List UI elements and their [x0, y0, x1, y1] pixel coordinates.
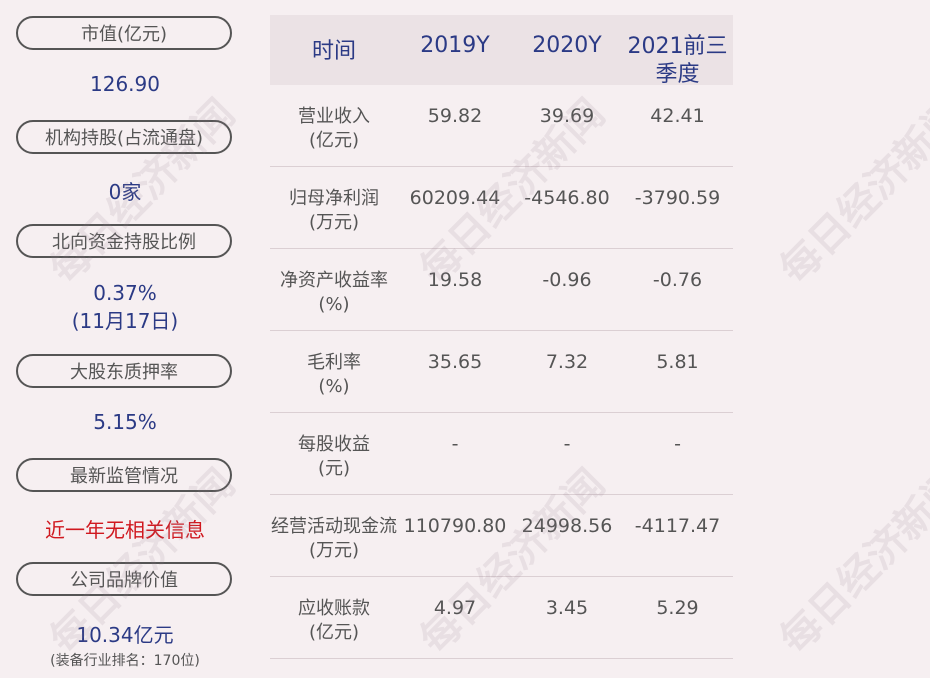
table-cell: -4546.80: [524, 187, 610, 209]
table-cell: -0.96: [542, 269, 592, 291]
table-cell: -: [674, 433, 681, 455]
table-cell: 60209.44: [409, 187, 501, 209]
table-cell: 5.81: [656, 351, 699, 373]
table-cell: -: [451, 433, 459, 455]
row-label: 营业收入 (亿元): [270, 105, 398, 153]
row-label-name: 归母净利润: [289, 188, 379, 209]
watermark: 每日经济新闻: [771, 90, 930, 293]
table-cell: 59.82: [427, 105, 483, 127]
table-cell: 4.97: [433, 597, 477, 619]
row-label-unit: (亿元): [308, 622, 360, 643]
table-cell: 24998.56: [521, 515, 613, 537]
regulation-label: 最新监管情况: [16, 458, 232, 492]
northbound-date: (11月17日): [71, 309, 179, 333]
left-panel: 市值(亿元) 126.90 机构持股(占流通盘) 0家 北向资金持股比例 0.3…: [0, 0, 250, 678]
row-label-unit: (万元): [308, 540, 360, 561]
brand-value-text: 10.34亿元: [76, 623, 174, 647]
table-row: 归母净利润 (万元) 60209.44 -4546.80 -3790.59: [270, 167, 733, 249]
table-row: 营业收入 (亿元) 59.82 39.69 42.41: [270, 85, 733, 167]
table-cell: 39.69: [539, 105, 595, 127]
row-label: 每股收益 (元): [270, 433, 398, 481]
market-cap-value: 126.90: [90, 72, 160, 96]
watermark: 每日经济新闻: [771, 460, 930, 663]
institution-label: 机构持股(占流通盘): [16, 120, 232, 154]
financial-table: 时间 2019Y 2020Y 2021前三季度 营业收入 (亿元) 59.82 39.…: [270, 15, 733, 659]
table-cell: 3.45: [545, 597, 589, 619]
header-time: 时间: [311, 39, 356, 64]
regulation-value: 近一年无相关信息: [45, 518, 205, 542]
table-row: 经营活动现金流 (万元) 110790.80 24998.56 -4117.47: [270, 495, 733, 577]
table-row: 毛利率 (%) 35.65 7.32 5.81: [270, 331, 733, 413]
row-label-unit: (%): [318, 376, 350, 397]
row-label: 净资产收益率 (%): [270, 269, 398, 317]
table-row: 每股收益 (元) - - -: [270, 413, 733, 495]
row-label-unit: (%): [318, 294, 350, 315]
table-cell: -: [563, 433, 571, 455]
brand-rank-note: (装备行业排名：170位): [50, 653, 200, 669]
row-label-name: 每股收益: [298, 434, 370, 455]
table-cell: 5.29: [656, 597, 699, 619]
row-label-name: 经营活动现金流: [271, 516, 397, 537]
header-2019: 2019Y: [420, 33, 490, 58]
table-cell: -4117.47: [634, 515, 721, 537]
northbound-percent: 0.37%: [93, 281, 157, 305]
table-cell: 19.58: [427, 269, 483, 291]
row-label: 应收账款 (亿元): [270, 597, 398, 645]
pledge-label: 大股东质押率: [16, 354, 232, 388]
row-label: 毛利率 (%): [270, 351, 398, 399]
table-cell: 7.32: [545, 351, 589, 373]
brand-value: 10.34亿元 (装备行业排名：170位): [0, 619, 250, 670]
table-cell: 42.41: [650, 105, 705, 127]
row-label-unit: (万元): [308, 212, 360, 233]
row-label: 归母净利润 (万元): [270, 187, 398, 235]
table-cell: -3790.59: [634, 187, 721, 209]
pledge-value: 5.15%: [93, 410, 157, 434]
market-cap-label: 市值(亿元): [16, 16, 232, 50]
row-label-name: 毛利率: [307, 352, 361, 373]
header-2021q3: 2021前三季度: [627, 34, 728, 87]
brand-label: 公司品牌价值: [16, 562, 232, 596]
table-row: 应收账款 (亿元) 4.97 3.45 5.29: [270, 577, 733, 659]
northbound-label: 北向资金持股比例: [16, 224, 232, 258]
table-cell: 35.65: [427, 351, 483, 373]
row-label: 经营活动现金流 (万元): [270, 515, 398, 563]
table-body: 营业收入 (亿元) 59.82 39.69 42.41 归母净利润 (万元) 60209.44…: [270, 85, 733, 659]
row-label-name: 应收账款: [298, 598, 370, 619]
row-label-unit: (亿元): [308, 130, 360, 151]
table-row: 净资产收益率 (%) 19.58 -0.96 -0.76: [270, 249, 733, 331]
institution-value: 0家: [108, 180, 142, 204]
header-2020: 2020Y: [532, 33, 602, 58]
table-cell: 110790.80: [403, 515, 507, 537]
row-label-unit: (元): [317, 458, 351, 479]
row-label-name: 净资产收益率: [280, 270, 388, 291]
table-header: 时间 2019Y 2020Y 2021前三季度: [270, 15, 733, 87]
row-label-name: 营业收入: [298, 106, 370, 127]
table-cell: -0.76: [652, 269, 703, 291]
northbound-value: 0.37% (11月17日): [0, 281, 250, 334]
